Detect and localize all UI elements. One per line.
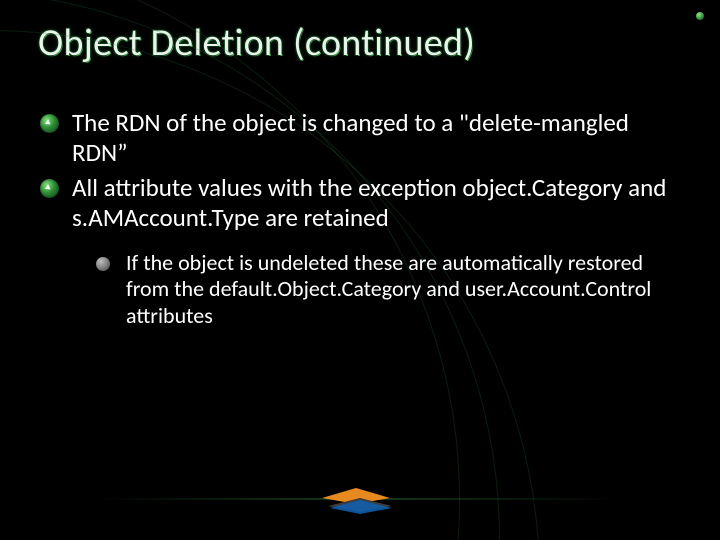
sub-bullet-item: If the object is undeleted these are aut… [96, 250, 682, 329]
sub-bullet-text: If the object is undeleted these are aut… [126, 249, 651, 329]
slide: Object Deletion (continued) The RDN of t… [0, 0, 720, 540]
corner-dot-icon [696, 12, 704, 20]
sub-bullet-list: If the object is undeleted these are aut… [72, 250, 682, 329]
bullet-item: The RDN of the object is changed to a "d… [38, 108, 682, 167]
footer-logo [300, 484, 420, 518]
bullet-text: All attribute values with the exception … [72, 172, 666, 233]
chevron-logo-icon [316, 484, 404, 518]
bullet-list: The RDN of the object is changed to a "d… [38, 108, 682, 329]
bullet-text: The RDN of the object is changed to a "d… [72, 107, 629, 168]
slide-title: Object Deletion (continued) [38, 20, 682, 66]
bullet-item: All attribute values with the exception … [38, 173, 682, 329]
